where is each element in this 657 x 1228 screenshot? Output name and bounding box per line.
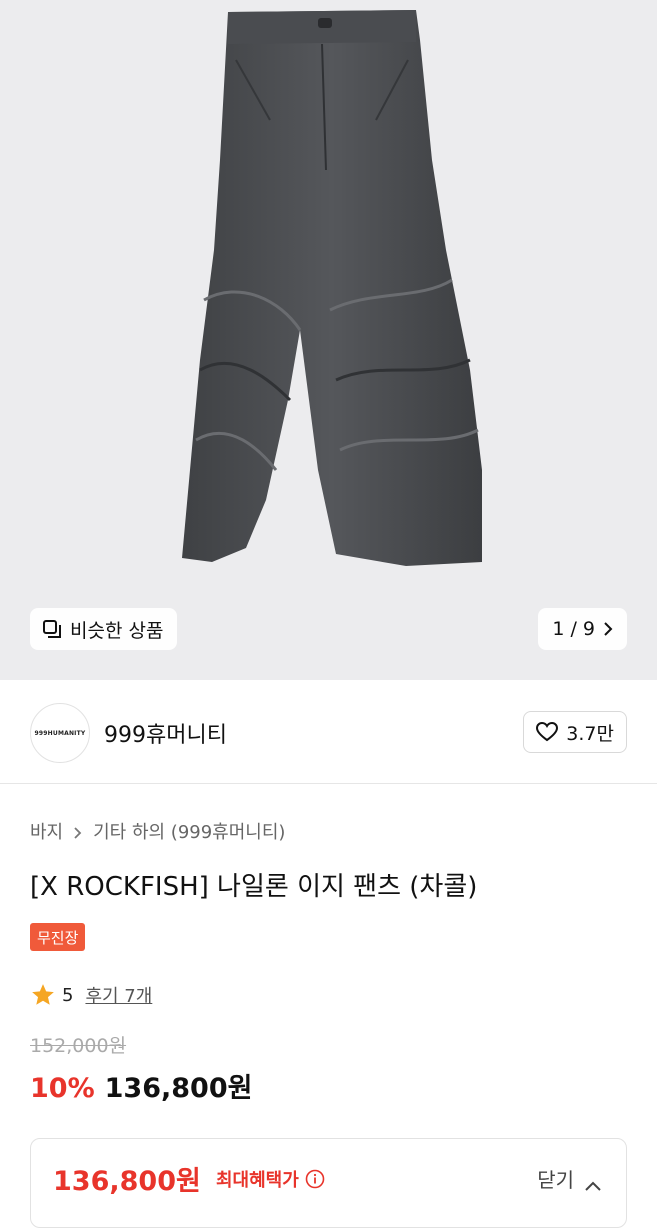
close-benefit-toggle[interactable]: 닫기 xyxy=(537,1164,602,1193)
like-button[interactable]: 3.7만 xyxy=(523,711,627,753)
max-benefit-price: 136,800원 xyxy=(53,1166,201,1197)
seller-name[interactable]: 999휴머니티 xyxy=(104,717,227,749)
shipping-badge: 무진장 xyxy=(30,923,86,951)
product-title: [X ROCKFISH] 나일론 이지 팬츠 (차콜) xyxy=(30,872,478,902)
chevron-right-icon xyxy=(601,620,615,638)
close-toggle-label: 닫기 xyxy=(537,1168,574,1192)
discount-rate: 10% xyxy=(30,1073,95,1104)
rating-row: 5 후기 7개 xyxy=(30,982,152,1008)
price-row: 10% 136,800원 xyxy=(30,1066,252,1105)
similar-products-label: 비슷한 상품 xyxy=(70,619,164,642)
seller-avatar-text: 999HUMANITY xyxy=(34,729,86,737)
image-pager-label: 1 / 9 xyxy=(552,618,595,640)
heart-icon xyxy=(536,721,559,742)
chevron-right-icon xyxy=(73,824,83,839)
max-benefit-label-row: 최대혜택가 xyxy=(216,1166,325,1192)
seller-row[interactable]: 999HUMANITY 999휴머니티 3.7만 xyxy=(0,680,657,784)
original-price: 152,000원 xyxy=(30,1035,127,1057)
rating-value: 5 xyxy=(62,984,74,1006)
breadcrumb: 바지 기타 하의 (999휴머니티) xyxy=(30,818,285,844)
like-count: 3.7만 xyxy=(566,722,614,745)
product-image xyxy=(182,10,482,566)
info-icon[interactable] xyxy=(305,1169,325,1189)
sale-price: 136,800원 xyxy=(104,1073,253,1104)
star-icon xyxy=(30,982,56,1008)
chevron-up-icon xyxy=(584,1173,602,1191)
max-benefit-label: 최대혜택가 xyxy=(216,1170,299,1191)
max-benefit-box[interactable]: 136,800원 최대혜택가 닫기 xyxy=(30,1138,627,1228)
copy-icon xyxy=(42,619,62,639)
image-pager-button[interactable]: 1 / 9 xyxy=(538,608,627,650)
reviews-link[interactable]: 후기 7개 xyxy=(85,982,152,1008)
breadcrumb-subcategory[interactable]: 기타 하의 (999휴머니티) xyxy=(93,818,285,844)
product-image-gallery[interactable]: 비슷한 상품 1 / 9 xyxy=(0,0,657,680)
breadcrumb-category[interactable]: 바지 xyxy=(30,818,63,844)
seller-avatar[interactable]: 999HUMANITY xyxy=(30,703,90,763)
similar-products-button[interactable]: 비슷한 상품 xyxy=(30,608,178,650)
